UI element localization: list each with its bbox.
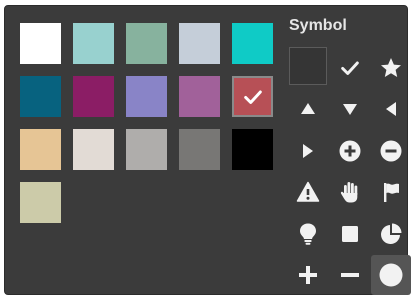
- symbol-star[interactable]: [372, 49, 410, 87]
- check-icon: [234, 78, 271, 115]
- symbol-minus-circle[interactable]: [372, 132, 410, 170]
- square-icon: [342, 226, 358, 242]
- star-icon: [381, 58, 401, 77]
- color-swatch-gray[interactable]: [126, 129, 167, 170]
- symbol-hand[interactable]: [331, 173, 369, 211]
- color-swatch-dark-gray[interactable]: [179, 129, 220, 170]
- color-swatch-light-gray[interactable]: [73, 129, 114, 170]
- color-swatch-mauve[interactable]: [179, 76, 220, 117]
- symbol-plus[interactable]: [289, 256, 327, 294]
- color-swatch-sage[interactable]: [126, 23, 167, 64]
- symbol-triangle-up[interactable]: [289, 90, 327, 128]
- color-swatch-light-teal[interactable]: [73, 23, 114, 64]
- color-swatch-black[interactable]: [232, 129, 273, 170]
- color-swatch-tan[interactable]: [20, 129, 61, 170]
- color-swatch-khaki[interactable]: [20, 182, 61, 223]
- symbol-square[interactable]: [331, 215, 369, 253]
- warning-icon: [296, 181, 320, 202]
- color-swatch-light-blue-gray[interactable]: [179, 23, 220, 64]
- triangle-down-icon: [343, 104, 357, 115]
- plus-icon: [299, 266, 317, 284]
- pie-chart-icon: [381, 223, 402, 244]
- symbol-triangle-left[interactable]: [372, 90, 410, 128]
- symbol-check[interactable]: [331, 49, 369, 87]
- color-swatch-turquoise[interactable]: [232, 23, 273, 64]
- symbol-lightbulb[interactable]: [289, 215, 327, 253]
- symbol-circle[interactable]: [371, 255, 411, 295]
- minus-circle-icon: [380, 140, 402, 162]
- symbol-triangle-right[interactable]: [289, 132, 327, 170]
- minus-icon: [341, 273, 359, 277]
- symbol-plus-circle[interactable]: [331, 132, 369, 170]
- color-swatch-deep-teal[interactable]: [20, 76, 61, 117]
- color-swatch-magenta[interactable]: [73, 76, 114, 117]
- symbol-pie[interactable]: [372, 215, 410, 253]
- check-icon: [341, 61, 359, 75]
- lightbulb-icon: [300, 223, 316, 245]
- triangle-right-icon: [303, 144, 313, 158]
- symbol-flag[interactable]: [372, 173, 410, 211]
- flag-icon: [384, 183, 399, 202]
- symbol-minus[interactable]: [331, 256, 369, 294]
- color-swatch-periwinkle[interactable]: [126, 76, 167, 117]
- circle-icon: [379, 263, 403, 287]
- triangle-up-icon: [301, 103, 315, 114]
- color-swatch-white[interactable]: [20, 23, 61, 64]
- symbol-warning[interactable]: [289, 173, 327, 211]
- symbol-title: Symbol: [289, 17, 347, 34]
- color-symbol-picker: Symbol: [4, 5, 411, 295]
- color-swatch-brick-red[interactable]: [232, 76, 273, 117]
- hand-icon: [340, 182, 358, 203]
- plus-circle-icon: [339, 140, 361, 162]
- no-symbol-option[interactable]: [289, 47, 327, 85]
- triangle-left-icon: [386, 102, 396, 116]
- symbol-triangle-down[interactable]: [331, 90, 369, 128]
